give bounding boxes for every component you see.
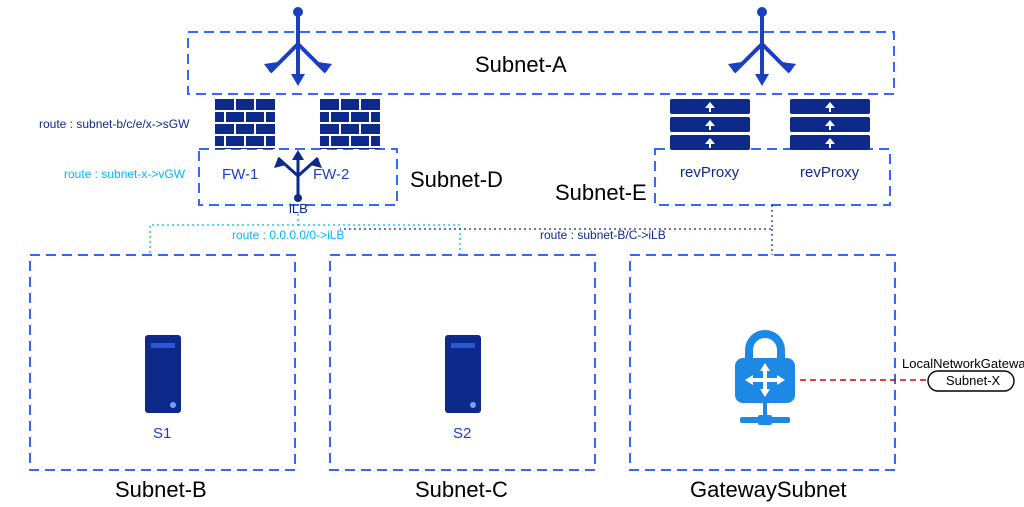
s1-label: S1 <box>153 425 171 442</box>
load-balancer-top-icon <box>264 7 332 86</box>
ilb-label: iLB <box>289 201 308 216</box>
subnet-b-label: Subnet-B <box>115 477 207 502</box>
revproxy-2-icon <box>790 99 870 150</box>
server-s1-icon <box>145 335 181 413</box>
revproxy-1-icon <box>670 99 750 150</box>
revproxy1-label: revProxy <box>680 164 740 181</box>
route-default-label: route : 0.0.0.0/0->iLB <box>232 228 344 242</box>
subnet-c-label: Subnet-C <box>415 477 508 502</box>
revproxy2-label: revProxy <box>800 164 860 181</box>
server-s2-icon <box>445 335 481 413</box>
subnet-x-label: Subnet-X <box>946 373 1001 388</box>
s2-label: S2 <box>453 425 471 442</box>
lng-label: LocalNetworkGateway <box>902 356 1024 371</box>
route-vgw-label: route : subnet-x->vGW <box>64 167 186 181</box>
fw1-label: FW-1 <box>222 166 258 183</box>
route-bc-label: route : subnet-B/C->iLB <box>540 228 666 242</box>
load-balancer-right-icon <box>728 7 796 86</box>
fw2-label: FW-2 <box>313 166 349 183</box>
route-sgw-label: route : subnet-b/c/e/x->sGW <box>39 117 190 131</box>
firewall-1-icon <box>215 99 275 149</box>
gateway-subnet-label: GatewaySubnet <box>690 477 847 502</box>
subnet-d-label: Subnet-D <box>410 167 503 192</box>
subnet-e-label: Subnet-E <box>555 180 647 205</box>
subnet-a-label: Subnet-A <box>475 52 567 77</box>
vpn-gateway-icon <box>735 330 795 425</box>
firewall-2-icon <box>320 99 380 149</box>
